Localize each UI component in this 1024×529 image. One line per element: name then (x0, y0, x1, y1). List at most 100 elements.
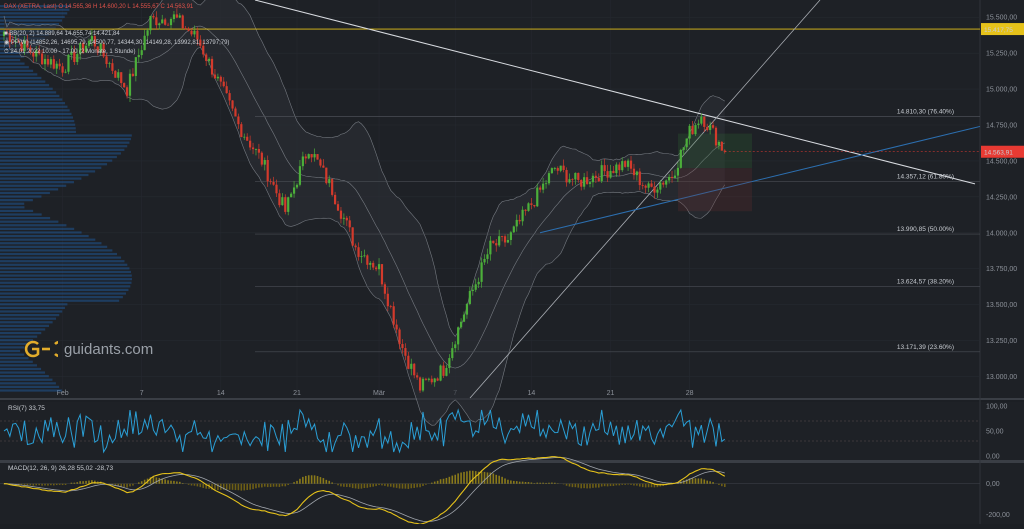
candle-body (612, 171, 614, 173)
candle-body (504, 236, 506, 242)
candle-body (138, 55, 140, 57)
volume-profile-bar (0, 203, 24, 205)
macd-histogram-bar (252, 484, 254, 489)
macd-histogram-bar (173, 481, 175, 484)
candle-body (530, 203, 532, 205)
volume-profile-bar (0, 66, 29, 68)
volume-profile-bar (0, 336, 37, 338)
macd-histogram-bar (167, 480, 169, 483)
chart-canvas[interactable]: 15.500,0015.250,0015.000,0014.750,0014.5… (0, 0, 1024, 524)
macd-histogram-bar (235, 484, 237, 490)
macd-histogram-bar (372, 484, 374, 487)
candle-body (387, 294, 389, 306)
volume-profile-bar (0, 19, 62, 21)
macd-histogram-bar (381, 484, 383, 486)
candle-body (114, 71, 116, 78)
candle-body (478, 282, 480, 284)
volume-profile-bar (0, 80, 45, 82)
macd-histogram-bar (179, 482, 181, 484)
macd-histogram-bar (53, 484, 55, 486)
macd-histogram-bar (712, 482, 714, 484)
candle-body (442, 366, 444, 376)
macd-histogram-bar (572, 484, 574, 487)
candle-body (703, 117, 705, 127)
candle-body (340, 211, 342, 219)
candle-body (217, 77, 219, 79)
volume-profile-bar (0, 271, 131, 273)
macd-histogram-bar (554, 483, 556, 484)
candle-body (448, 358, 450, 368)
macd-histogram-bar (410, 484, 412, 489)
macd-histogram-bar (396, 484, 398, 488)
candle-body (281, 197, 283, 205)
rsi-tick-label: 100,00 (986, 404, 1008, 411)
candle-body (510, 232, 512, 240)
macd-histogram-bar (76, 482, 78, 484)
volume-profile-bar (0, 257, 121, 259)
candle-body (240, 124, 242, 137)
macd-histogram-bar (624, 484, 626, 485)
macd-histogram-bar (604, 484, 606, 486)
macd-histogram-bar (311, 475, 313, 483)
macd-histogram-bar (580, 484, 582, 489)
macd-histogram-bar (440, 479, 442, 483)
candle-body (296, 185, 298, 188)
volume-profile-bar (0, 213, 42, 215)
macd-histogram-bar (539, 483, 541, 484)
candle-body (334, 195, 336, 204)
macd-histogram-bar (627, 484, 629, 485)
macd-histogram-bar (188, 484, 190, 485)
macd-histogram-bar (636, 484, 638, 486)
target-zone-red (678, 168, 752, 211)
volume-profile-bar (0, 138, 131, 140)
candle-body (328, 179, 330, 183)
macd-histogram-bar (56, 484, 58, 485)
macd-histogram-bar (267, 484, 269, 487)
macd-histogram-bar (138, 482, 140, 483)
candle-body (434, 378, 436, 382)
legend-range-text: 24.01.2022 10:00 - 17:00 (2 Monate, 1 St… (10, 49, 135, 55)
volume-profile-bar (0, 285, 130, 287)
candle-body (390, 306, 392, 307)
candle-body (606, 171, 608, 177)
volume-profile-bar (0, 163, 107, 165)
candle-body (272, 182, 274, 185)
candle-body (636, 172, 638, 176)
macd-histogram-bar (264, 484, 266, 487)
candle-body (293, 187, 295, 193)
macd-histogram-bar (566, 484, 568, 486)
macd-histogram-bar (355, 484, 357, 489)
candle-body (618, 165, 620, 171)
candle-body (548, 173, 550, 183)
macd-histogram-bar (337, 484, 339, 486)
volume-profile-bar (0, 210, 33, 212)
macd-histogram-bar (273, 484, 275, 487)
volume-profile-bar (0, 116, 73, 118)
macd-histogram-bar (510, 480, 512, 483)
volume-profile-bar (0, 88, 53, 90)
macd-histogram-bar (405, 484, 407, 489)
candle-body (111, 63, 113, 71)
volume-profile-bar (0, 167, 101, 169)
macd-histogram-bar (30, 484, 32, 486)
candle-body (439, 366, 441, 381)
macd-histogram-bar (408, 484, 410, 489)
macd-histogram-bar (437, 481, 439, 484)
price-tick-label: 14.500,00 (986, 158, 1017, 165)
volume-profile-bar (0, 332, 41, 334)
candle-body (398, 329, 400, 344)
candle-body (404, 348, 406, 356)
macd-histogram-bar (387, 484, 389, 487)
volume-profile-bar (0, 91, 56, 93)
candle-body (132, 74, 134, 76)
candle-body (360, 256, 362, 257)
macd-histogram-bar (545, 483, 547, 484)
candle-body (161, 19, 163, 23)
volume-profile-bar (0, 149, 124, 151)
candle-body (264, 160, 266, 165)
candle-body (645, 186, 647, 188)
volume-profile-bar (0, 228, 74, 230)
macd-histogram-bar (369, 484, 371, 487)
volume-profile-bar (0, 231, 82, 233)
volume-profile-bar (0, 318, 56, 320)
